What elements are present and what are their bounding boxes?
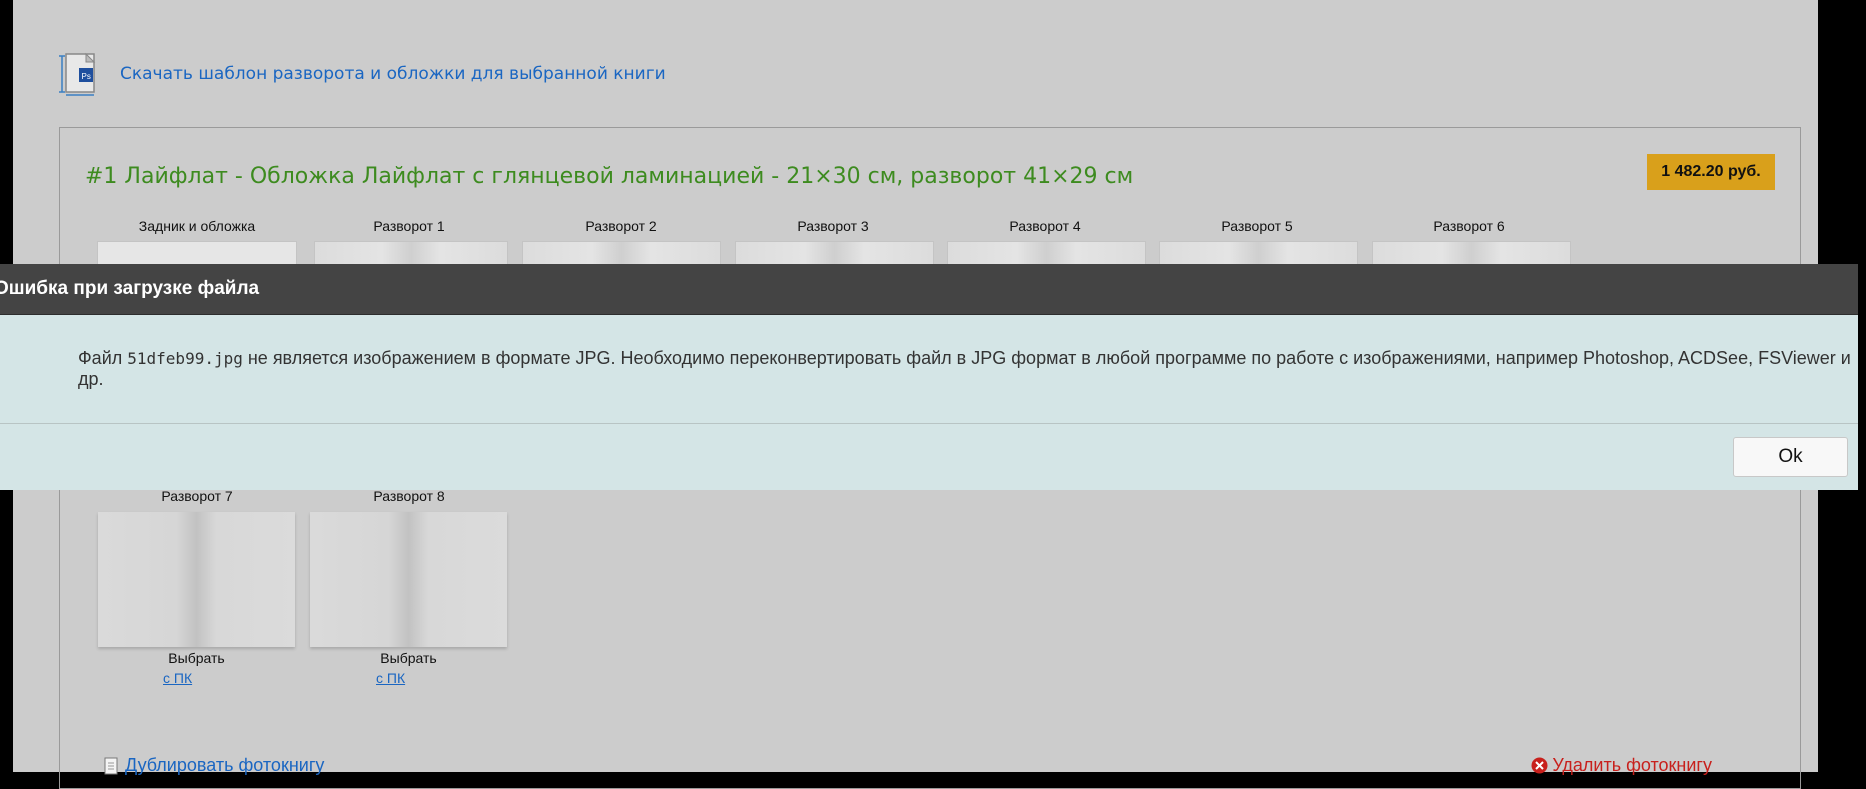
choose-label-7: Выбрать xyxy=(168,650,225,666)
delete-icon xyxy=(1531,757,1548,774)
upload-from-pc-link-7[interactable]: с ПК xyxy=(163,670,192,686)
dialog-body: Файл 51dfeb99.jpg не является изображени… xyxy=(0,314,1858,424)
dialog-footer: Ok xyxy=(0,424,1858,490)
choose-label-8: Выбрать xyxy=(380,650,437,666)
delete-photobook-label: Удалить фотокнигу xyxy=(1552,755,1712,775)
dialog-filename: 51dfeb99.jpg xyxy=(127,349,243,368)
svg-text:Ps: Ps xyxy=(82,72,91,81)
photoshop-template-icon[interactable]: Ps xyxy=(58,52,102,96)
error-dialog: Ошибка при загрузке файла Файл 51dfeb99.… xyxy=(0,264,1858,491)
spread-label-3: Разворот 3 xyxy=(797,218,869,234)
spread-label-1: Разворот 1 xyxy=(373,218,445,234)
spread-thumb-7[interactable] xyxy=(98,512,295,647)
download-template-row: Ps Скачать шаблон разворота и обложки дл… xyxy=(58,52,666,96)
dialog-message-prefix: Файл xyxy=(78,348,128,368)
spread-label-2: Разворот 2 xyxy=(585,218,657,234)
dialog-header: Ошибка при загрузке файла xyxy=(0,264,1858,314)
dialog-message: Файл 51dfeb99.jpg не является изображени… xyxy=(78,348,1858,390)
duplicate-photobook-link[interactable]: Дублировать фотокнигу xyxy=(103,755,324,776)
duplicate-photobook-label: Дублировать фотокнигу xyxy=(125,755,325,775)
spread-label-cover: Задник и обложка xyxy=(138,218,256,234)
spread-thumb-8[interactable] xyxy=(310,512,507,647)
spread-label-5: Разворот 5 xyxy=(1221,218,1293,234)
order-title: #1 Лайфлат - Обложка Лайфлат с глянцевой… xyxy=(85,164,1134,189)
upload-from-pc-link-8[interactable]: с ПК xyxy=(376,670,405,686)
spread-label-4: Разворот 4 xyxy=(1009,218,1081,234)
dialog-message-suffix: не является изображением в формате JPG. … xyxy=(78,348,1851,389)
delete-photobook-link[interactable]: Удалить фотокнигу xyxy=(1531,755,1712,776)
price-badge: 1 482.20 руб. xyxy=(1647,154,1775,190)
download-template-link[interactable]: Скачать шаблон разворота и обложки для в… xyxy=(120,64,666,84)
dialog-title: Ошибка при загрузке файла xyxy=(0,278,260,299)
ok-button[interactable]: Ok xyxy=(1733,437,1848,477)
spread-label-6: Разворот 6 xyxy=(1433,218,1505,234)
